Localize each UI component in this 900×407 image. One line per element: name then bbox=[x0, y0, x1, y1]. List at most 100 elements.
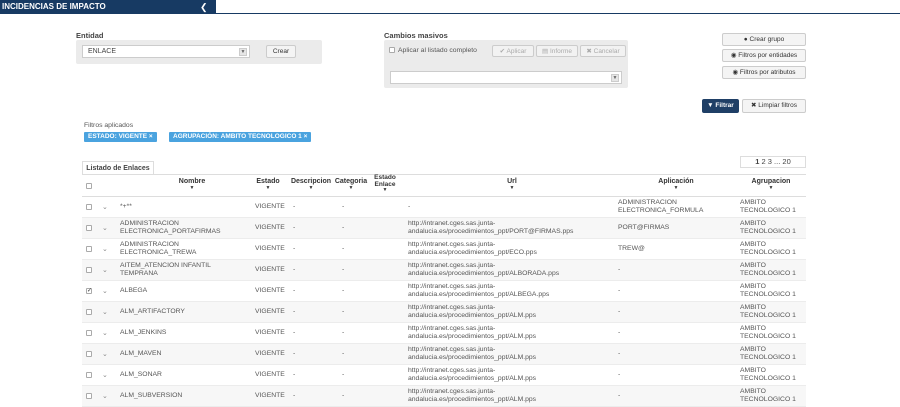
row-checkbox[interactable] bbox=[86, 330, 92, 336]
cell-agrupacion: AMBITO TECNOLOGICO 1 bbox=[740, 220, 796, 235]
filtros-entidades-button[interactable]: ◉ Filtros por entidades bbox=[722, 49, 806, 62]
row-checkbox[interactable] bbox=[86, 246, 92, 252]
table-row[interactable]: ✓ ⌄ ALBEGA VIGENTE - - http://intranet.c… bbox=[82, 281, 806, 302]
chevron-down-icon[interactable]: ⌄ bbox=[102, 281, 108, 301]
chevron-down-icon[interactable]: ⌄ bbox=[102, 218, 108, 238]
cell-url[interactable]: - bbox=[408, 197, 608, 217]
cell-estado: VIGENTE bbox=[255, 329, 285, 336]
row-checkbox[interactable] bbox=[86, 204, 92, 210]
check-icon: ✔ bbox=[499, 48, 506, 55]
cell-url[interactable]: http://intranet.cges.sas.junta-andalucia… bbox=[408, 365, 608, 385]
chevron-down-icon[interactable]: ⌄ bbox=[102, 197, 108, 217]
col-nombre[interactable]: Nombre ▼ bbox=[122, 178, 262, 191]
chevron-down-icon[interactable]: ⌄ bbox=[102, 323, 108, 343]
crear-button[interactable]: Crear bbox=[266, 45, 296, 58]
cell-url[interactable]: http://intranet.cges.sas.junta-andalucia… bbox=[408, 386, 608, 406]
col-estado-enlace-label: Estado Enlace bbox=[374, 174, 396, 188]
row-checkbox[interactable] bbox=[86, 372, 92, 378]
sort-down-icon: ▼ bbox=[768, 185, 774, 191]
entidad-select[interactable]: ENLACE ▼ bbox=[82, 45, 250, 58]
cambios-select[interactable]: ▼ bbox=[390, 71, 622, 84]
crear-grupo-button[interactable]: ● Crear grupo bbox=[722, 33, 806, 46]
col-categoria[interactable]: Categoria ▼ bbox=[333, 178, 369, 191]
col-url[interactable]: Url ▼ bbox=[412, 178, 612, 191]
col-estado-enlace[interactable]: Estado Enlace ▼ bbox=[372, 174, 398, 193]
limpiar-filtros-button[interactable]: ✖ Limpiar filtros bbox=[742, 99, 806, 113]
page-2[interactable]: 2 bbox=[762, 157, 766, 166]
col-descripcion-label: Descripcion bbox=[290, 178, 332, 185]
aplicar-button[interactable]: ✔ Aplicar bbox=[492, 45, 534, 57]
page-3[interactable]: 3 bbox=[768, 157, 772, 166]
chevron-left-icon[interactable]: ❮ bbox=[200, 0, 208, 14]
cell-categoria: - bbox=[342, 371, 345, 378]
chevron-down-icon[interactable]: ⌄ bbox=[102, 365, 108, 385]
cell-url[interactable]: http://intranet.cges.sas.junta-andalucia… bbox=[408, 344, 608, 364]
chevron-down-icon[interactable]: ⌄ bbox=[102, 386, 108, 406]
page-current[interactable]: 1 bbox=[755, 157, 759, 166]
row-checkbox[interactable] bbox=[86, 309, 92, 315]
chevron-down-icon[interactable]: ⌄ bbox=[102, 344, 108, 364]
cell-agrupacion: AMBITO TECNOLOGICO 1 bbox=[740, 346, 796, 361]
cell-url[interactable]: http://intranet.cges.sas.junta-andalucia… bbox=[408, 218, 608, 238]
chevron-down-icon[interactable]: ⌄ bbox=[102, 260, 108, 280]
cell-descripcion: - bbox=[293, 350, 296, 357]
filtros-aplicados-label: Filtros aplicados bbox=[84, 122, 134, 129]
col-aplicacion-label: Aplicación bbox=[658, 178, 694, 185]
chip-estado-vigente[interactable]: ESTADO: VIGENTE × bbox=[84, 132, 157, 142]
chip-agrupacion[interactable]: AGRUPACIÓN: AMBITO TECNOLOGICO 1 × bbox=[169, 132, 312, 142]
cell-aplicacion: - bbox=[618, 329, 621, 336]
col-nombre-label: Nombre bbox=[178, 178, 206, 185]
table-row[interactable]: ⌄ ADMINISTRACION ELECTRONICA_TREWA VIGEN… bbox=[82, 239, 806, 260]
cell-aplicacion: - bbox=[618, 371, 621, 378]
filtros-atributos-button[interactable]: ◉ Filtros por atributos bbox=[722, 66, 806, 79]
cell-estado: VIGENTE bbox=[255, 371, 285, 378]
cell-agrupacion: AMBITO TECNOLOGICO 1 bbox=[740, 304, 796, 319]
table-row[interactable]: ⌄ ADMINISTRACION ELECTRONICA_PORTAFIRMAS… bbox=[82, 218, 806, 239]
cell-nombre: AITEM_ATENCION INFANTIL TEMPRANA bbox=[120, 262, 211, 277]
table-row[interactable]: ⌄ AITEM_ATENCION INFANTIL TEMPRANA VIGEN… bbox=[82, 260, 806, 281]
cell-agrupacion: AMBITO TECNOLOGICO 1 bbox=[740, 283, 796, 298]
row-checkbox[interactable] bbox=[86, 351, 92, 357]
table-row[interactable]: ⌄ ALM_ARTIFACTORY VIGENTE - - http://int… bbox=[82, 302, 806, 323]
chevron-down-icon[interactable]: ⌄ bbox=[102, 302, 108, 322]
col-url-label: Url bbox=[507, 178, 517, 185]
col-aplicacion[interactable]: Aplicación ▼ bbox=[618, 178, 734, 191]
cell-nombre: ADMINISTRACION ELECTRONICA_TREWA bbox=[120, 241, 197, 256]
chevron-down-icon[interactable]: ⌄ bbox=[102, 239, 108, 259]
table-header: Nombre ▼ Estado ▼ Descripcion ▼ Categori… bbox=[82, 174, 806, 197]
close-icon: ✖ bbox=[586, 48, 592, 55]
cell-url[interactable]: http://intranet.cges.sas.junta-andalucia… bbox=[408, 302, 608, 322]
cell-descripcion: - bbox=[293, 245, 296, 252]
table-row[interactable]: ⌄ ALM_SONAR VIGENTE - - http://intranet.… bbox=[82, 365, 806, 386]
tab-listado-enlaces[interactable]: Listado de Enlaces bbox=[82, 161, 154, 175]
informe-button[interactable]: ▤ Informe bbox=[536, 45, 578, 57]
cell-url[interactable]: http://intranet.cges.sas.junta-andalucia… bbox=[408, 323, 608, 343]
chevron-down-icon: ▼ bbox=[239, 48, 247, 56]
table-row[interactable]: ⌄ ALM_JENKINS VIGENTE - - http://intrane… bbox=[82, 323, 806, 344]
cell-url[interactable]: http://intranet.cges.sas.junta-andalucia… bbox=[408, 281, 608, 301]
apply-all-label: Aplicar al listado completo bbox=[398, 47, 477, 54]
table-row[interactable]: ⌄ ALM_MAVEN VIGENTE - - http://intranet.… bbox=[82, 344, 806, 365]
cell-categoria: - bbox=[342, 308, 345, 315]
table-row[interactable]: ⌄ ALM_SUBVERSION VIGENTE - - http://intr… bbox=[82, 386, 806, 407]
cell-url[interactable]: http://intranet.cges.sas.junta-andalucia… bbox=[408, 239, 608, 259]
page-last[interactable]: 20 bbox=[782, 157, 790, 166]
cell-categoria: - bbox=[342, 266, 345, 273]
row-checkbox[interactable] bbox=[86, 393, 92, 399]
entidad-label: Entidad bbox=[76, 31, 104, 40]
col-descripcion[interactable]: Descripcion ▼ bbox=[289, 178, 333, 191]
cell-aplicacion: TREW@ bbox=[618, 245, 645, 252]
cell-agrupacion: AMBITO TECNOLOGICO 1 bbox=[740, 262, 796, 277]
filtrar-button[interactable]: ▼ Filtrar bbox=[702, 99, 739, 113]
cell-url[interactable]: http://intranet.cges.sas.junta-andalucia… bbox=[408, 260, 608, 280]
row-checkbox[interactable] bbox=[86, 225, 92, 231]
col-estado[interactable]: Estado ▼ bbox=[252, 178, 284, 191]
cancelar-button[interactable]: ✖ Cancelar bbox=[580, 45, 626, 57]
col-agrupacion[interactable]: Agrupacion ▼ bbox=[736, 178, 806, 191]
cell-descripcion: - bbox=[293, 203, 296, 210]
entidad-select-value: ENLACE bbox=[88, 48, 117, 55]
select-all-checkbox[interactable] bbox=[86, 183, 92, 189]
table-row[interactable]: ⌄ *+** VIGENTE - - - ADMINISTRACION ELEC… bbox=[82, 197, 806, 218]
row-checkbox[interactable]: ✓ bbox=[86, 288, 92, 294]
row-checkbox[interactable] bbox=[86, 267, 92, 273]
